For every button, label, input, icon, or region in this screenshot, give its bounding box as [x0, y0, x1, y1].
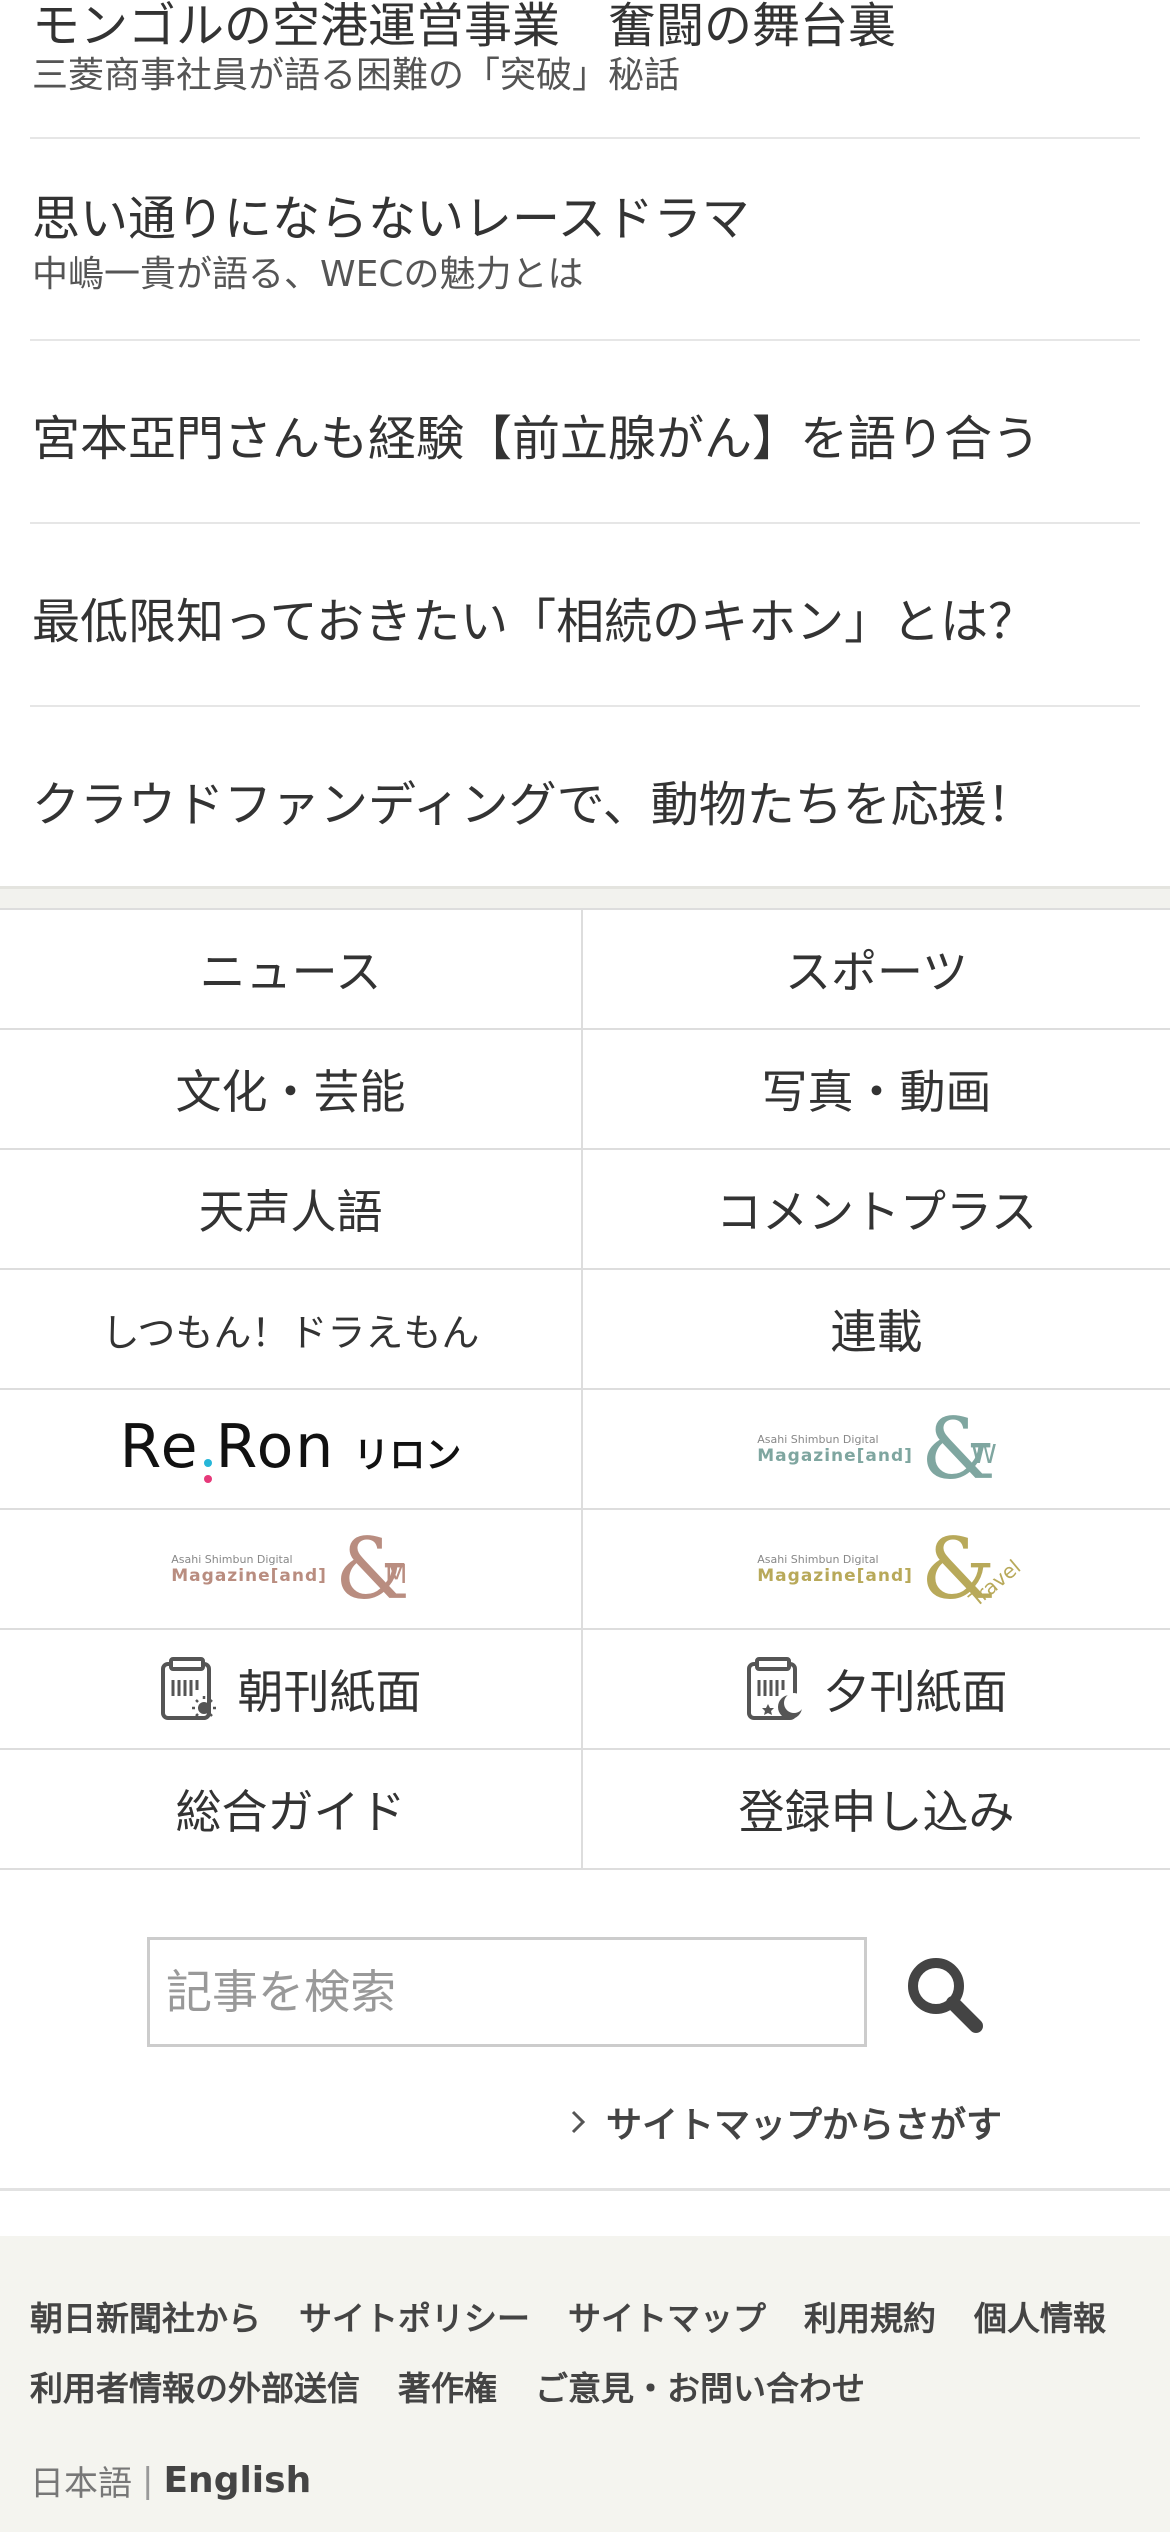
ampersand-travel-icon: & Travel [921, 1527, 1025, 1611]
nav-culture[interactable]: 文化・芸能 [0, 1030, 583, 1150]
magazine-mark: W [970, 1440, 997, 1470]
search-icon [908, 1958, 983, 2033]
footer-links: 朝日新聞社から サイトポリシー サイトマップ 利用規約 個人情報 利用者情報の外… [30, 2292, 1150, 2432]
footer: 朝日新聞社から サイトポリシー サイトマップ 利用規約 個人情報 利用者情報の外… [0, 2236, 1170, 2532]
nav-register[interactable]: 登録申し込み [583, 1750, 1170, 1870]
nav-serial[interactable]: 連載 [583, 1270, 1170, 1390]
nav-evening-paper[interactable]: 夕刊紙面 [583, 1630, 1170, 1750]
nav-guide[interactable]: 総合ガイド [0, 1750, 583, 1870]
magazine-m-logo: Asahi Shimbun Digital Magazine[and] & M [171, 1527, 409, 1611]
sitemap-link-label: サイトマップからさがす [606, 2105, 1003, 2146]
nav-magazine-travel[interactable]: Asahi Shimbun Digital Magazine[and] & Tra… [583, 1510, 1170, 1630]
article-title: クラウドファンディングで、動物たちを応援！ [32, 777, 1035, 833]
footer-link-sitemap[interactable]: サイトマップ [568, 2292, 766, 2340]
promo-article[interactable]: モンゴルの空港運営事業 奮闘の舞台裏 三菱商事社員が語る困難の「突破」秘話 [30, 0, 1140, 139]
magazine-w-logo: Asahi Shimbun Digital Magazine[and] & W [757, 1400, 997, 1498]
article-title: 思い通りにならないレースドラマ [32, 191, 750, 247]
footer-link-external-transmission[interactable]: 利用者情報の外部送信 [30, 2362, 360, 2410]
evening-paper-label: 夕刊紙面 [823, 1665, 1008, 1719]
search-input[interactable] [147, 1937, 867, 2047]
reron-dot [203, 1474, 212, 1483]
magazine-mark: M [384, 1560, 408, 1590]
article-title: 宮本亞門さんも経験【前立腺がん】を語り合う [32, 411, 1041, 467]
reron-logo: Re Ron リロン [120, 1412, 462, 1487]
chevron-right-icon [571, 2110, 586, 2134]
nav-sports[interactable]: スポーツ [583, 910, 1170, 1030]
footer-link-copyright[interactable]: 著作権 [398, 2362, 497, 2410]
magazine-logo-caption: Asahi Shimbun Digital [171, 1552, 293, 1566]
language-japanese: 日本語 [30, 2464, 132, 2504]
footer-link-privacy[interactable]: 個人情報 [974, 2292, 1106, 2340]
magazine-logo-name: Magazine[and] [757, 1445, 913, 1466]
magazine-logo-caption: Asahi Shimbun Digital [757, 1552, 879, 1566]
search-button[interactable] [900, 1950, 990, 2040]
promo-article[interactable]: 最低限知っておきたい「相続のキホン」とは？ [30, 524, 1140, 707]
language-english-link[interactable]: English [163, 2460, 311, 2501]
sitemap-search-link[interactable]: サイトマップからさがす [568, 2092, 1002, 2152]
article-subtitle: 中嶋一貴が語る、WECの魅力とは [32, 254, 584, 295]
footer-link-company[interactable]: 朝日新聞社から [30, 2292, 261, 2340]
footer-link-terms[interactable]: 利用規約 [804, 2292, 936, 2340]
section-separator [0, 886, 1170, 908]
footer-row: 利用者情報の外部送信 著作権 ご意見・お問い合わせ [30, 2362, 1150, 2410]
footer-link-site-policy[interactable]: サイトポリシー [299, 2292, 530, 2340]
article-title: 最低限知っておきたい「相続のキホン」とは？ [32, 594, 1037, 650]
promo-article[interactable]: 思い通りにならないレースドラマ 中嶋一貴が語る、WECの魅力とは [30, 139, 1140, 341]
nav-reron[interactable]: Re Ron リロン [0, 1390, 583, 1510]
reron-colon [203, 1455, 212, 1487]
nav-magazine-w[interactable]: Asahi Shimbun Digital Magazine[and] & W [583, 1390, 1170, 1510]
reron-logo-text: Re Ron [120, 1412, 336, 1487]
magazine-logo-name: Magazine[and] [757, 1565, 913, 1586]
magazine-logo-name: Magazine[and] [171, 1565, 327, 1586]
nav-doraemon[interactable]: しつもん！ドラえもん [0, 1270, 583, 1390]
magazine-logo-caption: Asahi Shimbun Digital [757, 1432, 879, 1446]
nav-magazine-m[interactable]: Asahi Shimbun Digital Magazine[and] & M [0, 1510, 583, 1630]
nav-comment-plus[interactable]: コメントプラス [583, 1150, 1170, 1270]
page: モンゴルの空港運営事業 奮闘の舞台裏 三菱商事社員が語る困難の「突破」秘話 思い… [0, 0, 1170, 2532]
morning-paper-label: 朝刊紙面 [237, 1665, 422, 1719]
ampersand-m-icon: & M [334, 1520, 410, 1618]
reron-logo-kana: リロン [353, 1434, 462, 1476]
reron-dot [203, 1458, 212, 1467]
ampersand-w-icon: & W [920, 1400, 997, 1498]
promo-article[interactable]: クラウドファンディングで、動物たちを応援！ [30, 707, 1140, 890]
category-nav-grid: ニュース スポーツ 文化・芸能 写真・動画 天声人語 コメントプラス しつもん！… [0, 908, 1170, 1870]
article-subtitle: 三菱商事社員が語る困難の「突破」秘話 [32, 55, 681, 96]
nav-morning-paper[interactable]: 朝刊紙面 [0, 1630, 583, 1750]
footer-link-contact[interactable]: ご意見・お問い合わせ [535, 2362, 865, 2410]
nav-tenseijingo[interactable]: 天声人語 [0, 1150, 583, 1270]
nav-news[interactable]: ニュース [0, 910, 583, 1030]
evening-paper-icon [746, 1657, 804, 1720]
footer-row: 朝日新聞社から サイトポリシー サイトマップ 利用規約 個人情報 [30, 2292, 1150, 2340]
nav-photo-video[interactable]: 写真・動画 [583, 1030, 1170, 1150]
morning-paper-icon [160, 1657, 216, 1720]
divider [0, 2188, 1170, 2191]
magazine-mark: Travel [964, 1554, 1026, 1612]
language-separator: | [142, 2460, 154, 2501]
language-switcher: 日本語 | English [30, 2456, 311, 2505]
promo-article[interactable]: 宮本亞門さんも経験【前立腺がん】を語り合う [30, 341, 1140, 524]
magazine-travel-logo: Asahi Shimbun Digital Magazine[and] & Tra… [757, 1527, 1025, 1611]
